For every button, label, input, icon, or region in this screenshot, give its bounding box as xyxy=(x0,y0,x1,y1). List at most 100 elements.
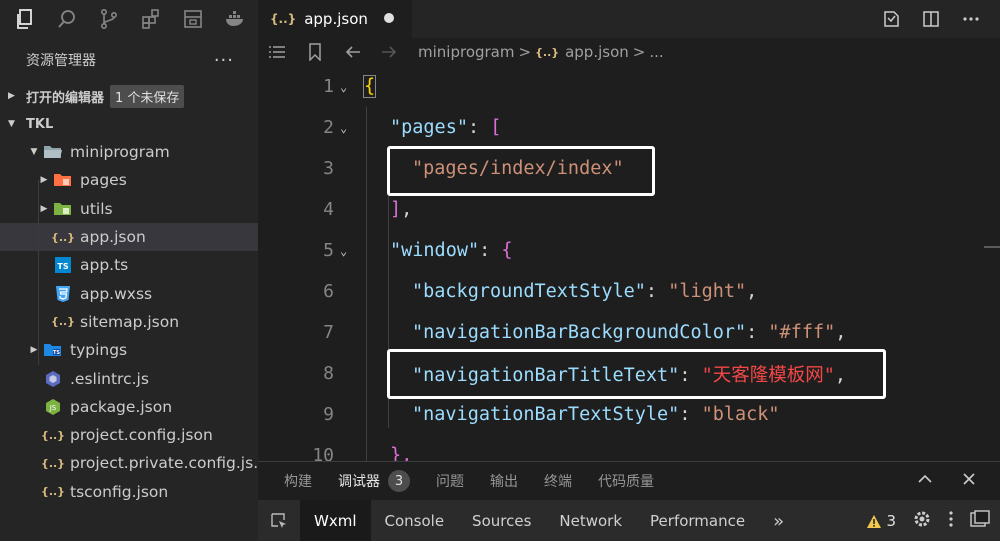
warning-indicator[interactable]: 3 xyxy=(866,512,896,530)
tab-debugger[interactable]: 调试器 3 xyxy=(338,470,410,492)
open-preview-icon[interactable] xyxy=(880,8,902,30)
devtools-tab-network[interactable]: Network xyxy=(545,500,636,541)
split-editor-icon[interactable] xyxy=(920,8,942,30)
tree-item-package-json[interactable]: JS package.json xyxy=(0,393,258,421)
chevron-down-icon: ▼ xyxy=(30,147,38,158)
list-icon[interactable] xyxy=(266,41,288,63)
close-icon[interactable] xyxy=(960,470,978,493)
typescript-icon: TS xyxy=(52,256,74,274)
fold-chevron-icon[interactable]: ⌄ xyxy=(340,121,356,135)
dock-side-icon[interactable] xyxy=(970,510,990,532)
more-actions-icon[interactable]: ··· xyxy=(214,50,234,71)
tree-item-tsconfig[interactable]: {..} tsconfig.json xyxy=(0,478,258,506)
unsaved-dot-icon[interactable] xyxy=(384,13,394,23)
line-number: 2 xyxy=(323,117,334,138)
explorer-header: 资源管理器 ··· xyxy=(0,38,258,82)
explorer-title: 资源管理器 xyxy=(26,53,96,69)
line-number: 6 xyxy=(323,281,334,302)
panel-tab-bar: 构建 调试器 3 问题 输出 终端 代码质量 xyxy=(258,462,1000,500)
highlight-box-title xyxy=(387,349,886,399)
inspect-element-icon[interactable] xyxy=(258,500,300,541)
line-number: 3 xyxy=(323,158,334,179)
breadcrumb-file[interactable]: app.json xyxy=(565,43,629,61)
explorer-sidebar: 资源管理器 ··· ▶ 打开的编辑器 1 个未保存 ▼ TKL ▼ minipr… xyxy=(0,38,258,541)
line-number: 9 xyxy=(323,404,334,425)
bottom-panel: 构建 调试器 3 问题 输出 终端 代码质量 Wxml Console Sour… xyxy=(258,461,1000,541)
project-section[interactable]: ▼ TKL xyxy=(0,110,258,138)
code-line-5: 5 ⌄ "window": { xyxy=(258,230,1000,271)
editor-actions xyxy=(880,0,982,38)
project-label: TKL xyxy=(26,116,54,132)
devtools-tab-console[interactable]: Console xyxy=(371,500,459,541)
folder-typings-icon: TS xyxy=(42,341,64,359)
line-number: 1 xyxy=(323,76,334,97)
tab-problems[interactable]: 问题 xyxy=(436,471,464,491)
line-number: 8 xyxy=(323,363,334,384)
tree-item-miniprogram[interactable]: ▼ miniprogram xyxy=(0,138,258,166)
explorer-icon[interactable] xyxy=(8,2,42,36)
chevron-right-icon: ▶ xyxy=(30,345,38,356)
fold-chevron-icon[interactable]: ⌄ xyxy=(340,80,356,94)
breadcrumb-folder[interactable]: miniprogram xyxy=(418,43,514,61)
storage-icon[interactable] xyxy=(176,2,210,36)
tree-item-project-private-config[interactable]: {..} project.private.config.js... xyxy=(0,449,258,477)
fold-chevron-icon[interactable]: ⌄ xyxy=(340,244,356,258)
kebab-menu-icon[interactable] xyxy=(948,510,954,532)
scrollbar-marker[interactable] xyxy=(984,246,1000,248)
tab-app-json[interactable]: {..} app.json xyxy=(258,0,412,38)
json-icon: {..} xyxy=(50,230,76,244)
tab-code-quality[interactable]: 代码质量 xyxy=(598,471,654,491)
eslint-icon xyxy=(42,370,64,388)
folder-utils-icon xyxy=(52,200,74,218)
code-line-6: 6 "backgroundTextStyle": "light", xyxy=(258,271,1000,312)
json-icon: {..} xyxy=(535,45,560,59)
json-icon: {..} xyxy=(40,485,66,499)
highlight-box-pages xyxy=(387,146,655,196)
more-tabs-icon[interactable]: » xyxy=(759,500,798,541)
search-icon[interactable] xyxy=(50,2,84,36)
warning-icon xyxy=(867,514,882,528)
devtools-tab-performance[interactable]: Performance xyxy=(636,500,759,541)
svg-text:JS: JS xyxy=(49,404,57,412)
bookmark-icon[interactable] xyxy=(304,41,326,63)
line-number: 5 xyxy=(323,240,334,261)
breadcrumb-more[interactable]: ... xyxy=(649,43,663,61)
debugger-count-badge: 3 xyxy=(388,470,410,492)
css-icon xyxy=(52,285,74,303)
devtools-toolbar: Wxml Console Sources Network Performance… xyxy=(258,500,1000,541)
devtools-tab-wxml[interactable]: Wxml xyxy=(300,500,371,541)
extensions-icon[interactable] xyxy=(134,2,168,36)
more-actions-icon[interactable] xyxy=(960,8,982,30)
code-line-2: 2 ⌄ "pages": [ xyxy=(258,107,1000,148)
line-number: 4 xyxy=(323,199,334,220)
tab-output[interactable]: 输出 xyxy=(490,471,518,491)
chevron-up-icon[interactable] xyxy=(916,470,934,493)
tab-build[interactable]: 构建 xyxy=(284,471,312,491)
code-line-7: 7 "navigationBarBackgroundColor": "#fff"… xyxy=(258,312,1000,353)
code-line-9: 9 "navigationBarTextStyle": "black" xyxy=(258,394,1000,435)
docker-icon[interactable] xyxy=(218,2,252,36)
arrow-right-icon[interactable] xyxy=(378,41,400,63)
arrow-left-icon[interactable] xyxy=(342,41,364,63)
svg-text:TS: TS xyxy=(53,350,60,356)
svg-text:TS: TS xyxy=(57,262,68,271)
panel-actions xyxy=(916,470,978,493)
json-icon: {..} xyxy=(50,315,76,329)
source-control-icon[interactable] xyxy=(92,2,126,36)
code-editor[interactable]: 1 ⌄ { 2 ⌄ "pages": [ 3 "pages/index/inde… xyxy=(258,66,1000,461)
devtools-tab-sources[interactable]: Sources xyxy=(458,500,545,541)
folder-pages-icon xyxy=(52,171,74,189)
open-editors-section[interactable]: ▶ 打开的编辑器 1 个未保存 xyxy=(0,82,258,110)
json-icon: {..} xyxy=(40,428,66,442)
tab-label: app.json xyxy=(304,10,368,28)
settings-gear-icon[interactable] xyxy=(912,509,932,533)
tab-terminal[interactable]: 终端 xyxy=(544,471,572,491)
tree-indent-guide xyxy=(38,180,39,365)
breadcrumb-separator: > xyxy=(518,43,532,61)
tree-item-project-config[interactable]: {..} project.config.json xyxy=(0,421,258,449)
indent-guide xyxy=(366,107,367,461)
tree-item-eslintrc[interactable]: .eslintrc.js xyxy=(0,364,258,392)
folder-open-icon xyxy=(42,143,64,161)
editor-tab-bar: {..} app.json xyxy=(258,0,1000,38)
json-icon: {..} xyxy=(270,12,297,26)
